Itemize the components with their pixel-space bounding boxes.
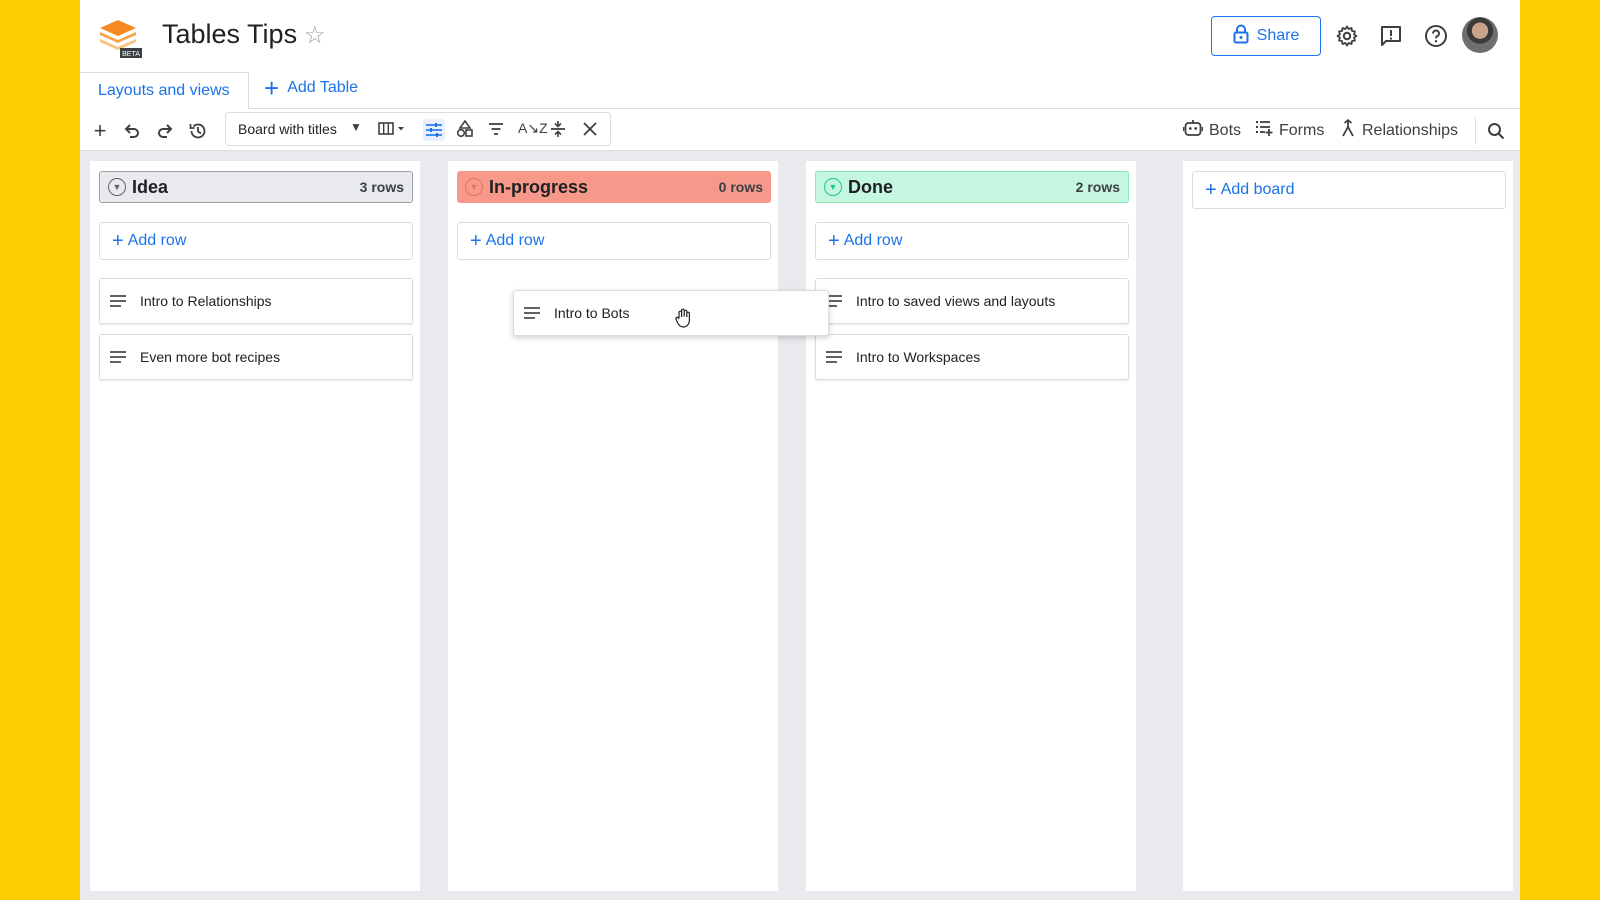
app-window: BETA Tables Tips ☆ Share Layouts and vie…	[80, 0, 1520, 900]
forms-label: Forms	[1279, 121, 1325, 139]
document-title[interactable]: Tables Tips	[162, 19, 297, 50]
help-icon[interactable]	[1422, 22, 1450, 50]
table-tabs: Layouts and views + Add Table	[80, 72, 1520, 109]
card-title-icon	[110, 351, 126, 363]
forms-icon	[1255, 119, 1273, 142]
close-icon[interactable]	[581, 120, 599, 143]
card-title-icon	[524, 307, 540, 319]
undo-icon[interactable]	[120, 119, 144, 143]
share-button[interactable]: Share	[1211, 16, 1321, 56]
column-header[interactable]: ▼ Idea 3 rows	[99, 171, 413, 203]
row-count: 2 rows	[1075, 179, 1120, 195]
share-label: Share	[1256, 27, 1300, 44]
search-icon[interactable]	[1484, 119, 1508, 143]
row-count: 3 rows	[359, 179, 404, 195]
lock-icon	[1233, 24, 1249, 49]
column-idea: ▼ Idea 3 rows + Add row Intro to Relatio…	[90, 161, 420, 891]
kanban-board: ▼ Idea 3 rows + Add row Intro to Relatio…	[80, 151, 1520, 900]
column-title: Done	[848, 176, 893, 197]
card-title-icon	[826, 351, 842, 363]
card-title: Intro to Relationships	[140, 293, 272, 309]
add-board-label: Add board	[1220, 181, 1295, 198]
board-card[interactable]: Even more bot recipes	[99, 334, 413, 380]
columns-icon[interactable]	[378, 120, 408, 143]
filter-icon[interactable]	[487, 120, 505, 143]
add-row-button[interactable]: + Add row	[815, 222, 1129, 260]
relationships-button[interactable]: Relationships	[1340, 118, 1459, 142]
add-row-button[interactable]: + Add row	[457, 222, 771, 260]
plus-icon: +	[112, 230, 124, 252]
add-board-button[interactable]: + Add board	[1192, 171, 1506, 209]
dragging-card[interactable]: Intro to Bots	[513, 290, 829, 336]
gear-icon[interactable]	[1333, 22, 1361, 50]
bots-label: Bots	[1209, 121, 1242, 139]
column-done: ▼ Done 2 rows + Add row Intro to saved v…	[806, 161, 1136, 891]
card-title: Intro to Workspaces	[856, 349, 981, 365]
plus-icon: +	[470, 230, 482, 252]
add-table-label: Add Table	[287, 79, 359, 96]
column-title: In-progress	[489, 176, 589, 197]
relationships-label: Relationships	[1362, 121, 1459, 139]
row-count: 0 rows	[718, 179, 763, 195]
chevron-down-icon[interactable]: ▼	[465, 178, 483, 196]
customize-icon[interactable]	[423, 119, 445, 141]
add-row-label: Add row	[485, 232, 545, 249]
column-add-board: + Add board	[1183, 161, 1513, 891]
card-title: Intro to saved views and layouts	[856, 293, 1056, 309]
plus-icon: +	[264, 73, 280, 103]
card-title: Even more bot recipes	[140, 349, 281, 365]
app-header: BETA Tables Tips ☆ Share	[80, 0, 1520, 72]
column-header[interactable]: ▼ Done 2 rows	[815, 171, 1129, 203]
plus-icon: +	[1205, 179, 1217, 201]
add-row-button[interactable]: + Add row	[99, 222, 413, 260]
redo-icon[interactable]	[153, 119, 177, 143]
star-icon[interactable]: ☆	[304, 24, 326, 48]
tab-layouts-and-views[interactable]: Layouts and views	[80, 72, 249, 109]
add-icon[interactable]: +	[88, 118, 112, 143]
beta-badge: BETA	[122, 51, 140, 58]
column-header[interactable]: ▼ In-progress 0 rows	[457, 171, 771, 203]
card-title: Intro to Bots	[554, 305, 630, 321]
grab-cursor-icon	[673, 307, 695, 329]
toolbar: + Board with titles ▼ A↘Z Bots Forms Rel…	[80, 109, 1520, 151]
sort-icon[interactable]: A↘Z	[518, 120, 548, 137]
view-selector-label: Board with titles	[238, 121, 337, 137]
forms-button[interactable]: Forms	[1255, 119, 1324, 142]
add-table-button[interactable]: + Add Table	[264, 73, 359, 103]
view-selector[interactable]: Board with titles ▼ A↘Z	[225, 112, 611, 146]
board-card[interactable]: Intro to saved views and layouts	[815, 278, 1129, 324]
shapes-icon[interactable]	[456, 119, 474, 143]
collapse-icon[interactable]	[549, 120, 567, 143]
board-card[interactable]: Intro to Workspaces	[815, 334, 1129, 380]
column-title: Idea	[132, 176, 169, 197]
chevron-down-icon[interactable]: ▼	[108, 178, 126, 196]
add-row-label: Add row	[843, 232, 903, 249]
toolbar-divider	[1475, 117, 1476, 145]
add-row-label: Add row	[127, 232, 187, 249]
feedback-icon[interactable]	[1377, 22, 1405, 50]
board-card[interactable]: Intro to Relationships	[99, 278, 413, 324]
chevron-down-icon[interactable]: ▼	[824, 178, 842, 196]
plus-icon: +	[828, 230, 840, 252]
column-in-progress: ▼ In-progress 0 rows + Add row	[448, 161, 778, 891]
history-icon[interactable]	[186, 119, 210, 143]
relationships-icon	[1340, 118, 1356, 142]
avatar[interactable]	[1462, 17, 1498, 53]
bot-icon	[1182, 119, 1204, 142]
chevron-down-icon: ▼	[350, 120, 362, 134]
tables-logo-icon[interactable]: BETA	[98, 16, 144, 60]
card-title-icon	[110, 295, 126, 307]
bots-button[interactable]: Bots	[1182, 119, 1242, 142]
